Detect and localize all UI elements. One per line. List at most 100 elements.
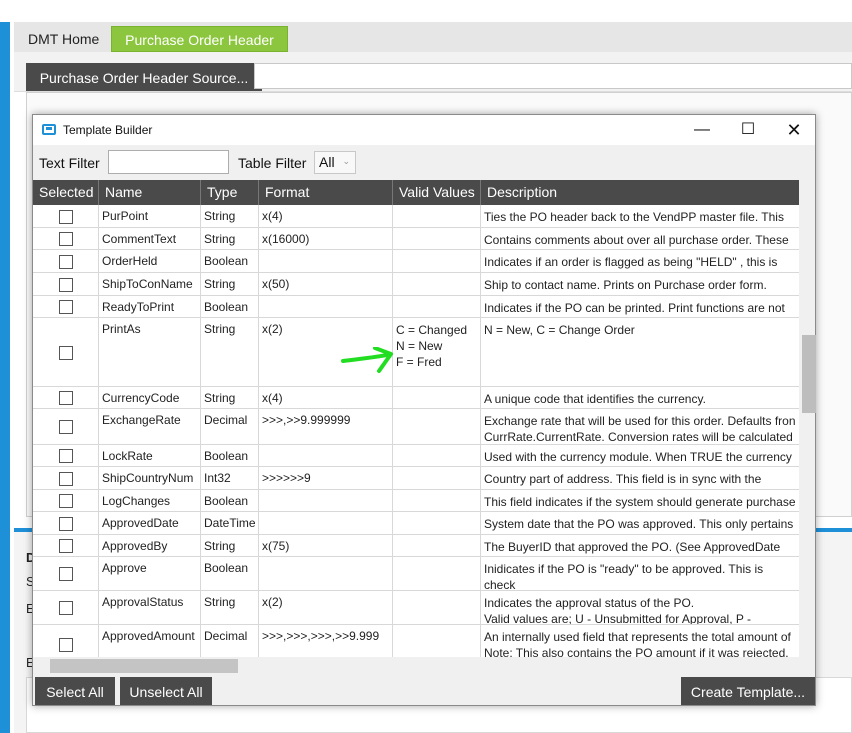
selected-cell — [33, 591, 99, 624]
row-checkbox[interactable] — [59, 346, 73, 360]
table-filter-label: Table Filter — [238, 155, 307, 171]
format-cell: >>>,>>9.999999 — [259, 409, 393, 444]
row-checkbox[interactable] — [59, 472, 73, 486]
table-row[interactable]: CurrencyCode String x(4) A unique code that… — [33, 387, 799, 409]
text-filter-input[interactable] — [108, 150, 229, 174]
row-checkbox[interactable] — [59, 300, 73, 314]
type-cell: Boolean — [201, 296, 259, 317]
table-row[interactable]: LogChanges Boolean This field indicates if… — [33, 490, 799, 512]
column-header-valid-values[interactable]: Valid Values — [393, 180, 481, 205]
table-row[interactable]: ApprovalStatus String x(2) Indicates the ap… — [33, 591, 799, 625]
row-checkbox[interactable] — [59, 391, 73, 405]
row-checkbox[interactable] — [59, 278, 73, 292]
tab-purchase-order-header[interactable]: Purchase Order Header 1 — [111, 26, 288, 74]
vertical-scroll-thumb[interactable] — [802, 335, 816, 413]
row-checkbox[interactable] — [59, 232, 73, 246]
desc-cell: The BuyerID that approved the PO. (See A… — [484, 540, 781, 554]
desc-cell: Contains comments about over all purchas… — [484, 233, 789, 247]
tab-dmt-home[interactable]: DMT Home — [18, 26, 110, 52]
valid-cell — [393, 591, 481, 624]
type-cell: String — [201, 535, 259, 556]
dialog-titlebar[interactable]: Template Builder — ☐ ✕ — [33, 115, 815, 145]
selected-cell — [33, 228, 99, 249]
table-row[interactable]: ApprovedBy String x(75) The BuyerID that ap… — [33, 535, 799, 557]
table-row[interactable]: PrintAs String x(2) C = Changed N = New F =… — [33, 318, 799, 387]
create-template-button[interactable]: Create Template... — [681, 677, 815, 705]
table-row[interactable]: ApprovedDate DateTime System date that the… — [33, 512, 799, 535]
type-cell: Boolean — [201, 490, 259, 511]
select-all-button[interactable]: Select All — [35, 677, 115, 705]
filter-row: Text Filter Table Filter All ⌄ — [33, 145, 815, 179]
name-cell: ShipCountryNum — [99, 467, 201, 489]
template-builder-dialog: Template Builder — ☐ ✕ Text Filter Table… — [32, 114, 816, 706]
table-row[interactable]: CommentText String x(16000) Contains commen… — [33, 228, 799, 250]
table-row[interactable]: ReadyToPrint Boolean Indicates if the PO c… — [33, 296, 799, 318]
row-checkbox[interactable] — [59, 494, 73, 508]
source-path-input[interactable] — [254, 63, 852, 89]
row-checkbox[interactable] — [59, 255, 73, 269]
format-cell: >>>>>>9 — [259, 467, 393, 489]
name-cell: PurPoint — [99, 205, 201, 227]
name-cell: ApprovedAmount — [99, 625, 201, 657]
selected-cell — [33, 512, 99, 534]
dialog-button-bar: Select All Unselect All Create Template.… — [33, 673, 815, 705]
desc-cell: Indicates if the PO can be printed. Prin… — [484, 301, 785, 315]
name-cell: CurrencyCode — [99, 387, 201, 408]
column-header-name[interactable]: Name — [99, 180, 201, 205]
close-icon[interactable]: ✕ — [771, 115, 817, 145]
format-cell — [259, 445, 393, 466]
fields-grid: Selected Name Type Format Valid Values D… — [33, 180, 799, 657]
row-checkbox[interactable] — [59, 517, 73, 531]
name-cell: ApprovalStatus — [99, 591, 201, 624]
row-checkbox[interactable] — [59, 210, 73, 224]
valid-cell — [393, 467, 481, 489]
minimize-icon[interactable]: — — [679, 115, 725, 145]
row-checkbox[interactable] — [59, 601, 73, 615]
row-checkbox[interactable] — [59, 638, 73, 652]
table-row[interactable]: ShipToConName String x(50) Ship to contact … — [33, 273, 799, 296]
window-icon — [42, 124, 56, 135]
column-header-format[interactable]: Format — [259, 180, 393, 205]
column-header-description[interactable]: Description — [481, 180, 799, 205]
purchase-order-header-source-button[interactable]: Purchase Order Header Source... — [26, 63, 262, 91]
name-cell: CommentText — [99, 228, 201, 249]
format-cell — [259, 250, 393, 272]
column-header-type[interactable]: Type — [201, 180, 259, 205]
name-cell: ExchangeRate — [99, 409, 201, 444]
maximize-icon[interactable]: ☐ — [725, 115, 771, 145]
column-header-selected[interactable]: Selected — [33, 180, 99, 205]
horizontal-scroll-thumb[interactable] — [50, 659, 238, 673]
row-checkbox[interactable] — [59, 539, 73, 553]
row-checkbox[interactable] — [59, 567, 73, 581]
document-tabstrip: DMT Home Purchase Order Header 1 — [14, 22, 852, 74]
table-filter-select[interactable]: All ⌄ — [314, 151, 356, 174]
vertical-scrollbar[interactable] — [799, 180, 816, 657]
table-row[interactable]: PurPoint String x(4) Ties the PO header bac… — [33, 205, 799, 228]
table-row[interactable]: ApprovedAmount Decimal >>>,>>>,>>>,>>9.999… — [33, 625, 799, 657]
selected-cell — [33, 535, 99, 556]
name-cell: ReadyToPrint — [99, 296, 201, 317]
table-row[interactable]: OrderHeld Boolean Indicates if an order is… — [33, 250, 799, 273]
format-cell — [259, 490, 393, 511]
row-checkbox[interactable] — [59, 449, 73, 463]
type-cell: Boolean — [201, 445, 259, 466]
format-cell — [259, 557, 393, 590]
desc-cell: Indicates if an order is flagged as bein… — [484, 255, 778, 272]
unselect-all-button[interactable]: Unselect All — [120, 677, 212, 705]
name-cell: ApprovedBy — [99, 535, 201, 556]
row-checkbox[interactable] — [59, 420, 73, 434]
top-strip — [0, 0, 852, 22]
desc-cell: Used with the currency module. When TRUE… — [484, 450, 792, 464]
selected-cell — [33, 445, 99, 466]
name-cell: ApprovedDate — [99, 512, 201, 534]
selected-cell — [33, 625, 99, 657]
valid-cell — [393, 387, 481, 408]
valid-cell — [393, 296, 481, 317]
table-row[interactable]: Approve Boolean Inidicates if the PO is "r… — [33, 557, 799, 591]
table-row[interactable]: ShipCountryNum Int32 >>>>>>9 Country part o… — [33, 467, 799, 490]
type-cell: String — [201, 205, 259, 227]
table-row[interactable]: LockRate Boolean Used with the currency mo… — [33, 445, 799, 467]
selected-cell — [33, 557, 99, 590]
table-row[interactable]: ExchangeRate Decimal >>>,>>9.999999 Exchang… — [33, 409, 799, 445]
horizontal-scrollbar[interactable] — [33, 657, 815, 673]
